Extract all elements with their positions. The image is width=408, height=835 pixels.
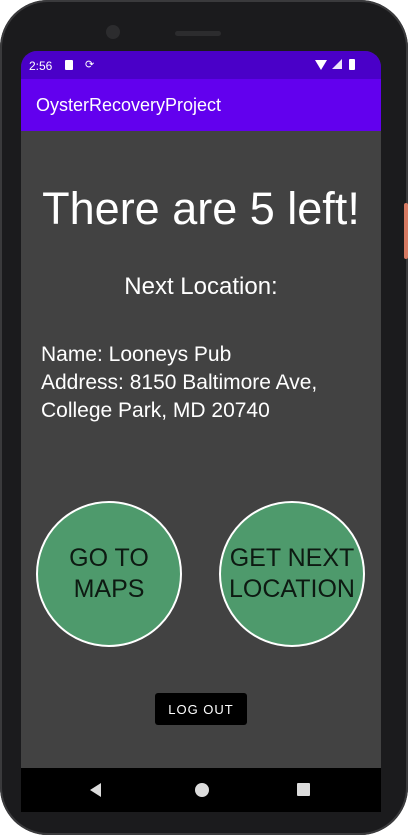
wifi-icon [315,60,327,70]
device-screen: 2:56 ⟳ OysterRecoveryProject There are 5… [21,51,381,799]
get-next-location-label-line2: LOCATION [229,575,355,603]
status-bar: 2:56 ⟳ [21,51,381,79]
battery-icon [349,59,355,70]
front-camera-icon [106,25,120,39]
home-icon[interactable] [195,783,209,797]
go-to-maps-label-line2: MAPS [73,575,145,603]
location-address-line2: College Park, MD 20740 [41,399,270,422]
app-title: OysterRecoveryProject [36,95,222,115]
status-time: 2:56 [29,59,53,73]
logout-button[interactable]: LOG OUT [155,693,247,725]
get-next-location-button[interactable]: GET NEXT LOCATION [219,501,365,647]
back-icon[interactable] [90,783,101,797]
earpiece-speaker [175,31,221,36]
phone-frame: 2:56 ⟳ OysterRecoveryProject There are 5… [0,0,408,835]
signal-icon [332,59,342,69]
sync-icon: ⟳ [85,59,95,71]
location-details: Name: Looneys Pub Address: 8150 Baltimor… [41,341,371,425]
recents-icon[interactable] [297,783,310,796]
app-bar: OysterRecoveryProject [21,79,381,131]
location-address-line1: Address: 8150 Baltimore Ave, [41,371,318,394]
sd-card-icon [65,60,73,70]
power-button [404,203,408,259]
go-to-maps-label-line1: GO TO [69,544,149,572]
next-location-label: Next Location: [124,273,278,300]
remaining-count-heading: There are 5 left! [42,183,360,234]
location-name: Name: Looneys Pub [41,343,232,366]
get-next-location-label-line1: GET NEXT [229,544,355,572]
navigation-bar [21,768,381,812]
go-to-maps-button[interactable]: GO TO MAPS [36,501,182,647]
